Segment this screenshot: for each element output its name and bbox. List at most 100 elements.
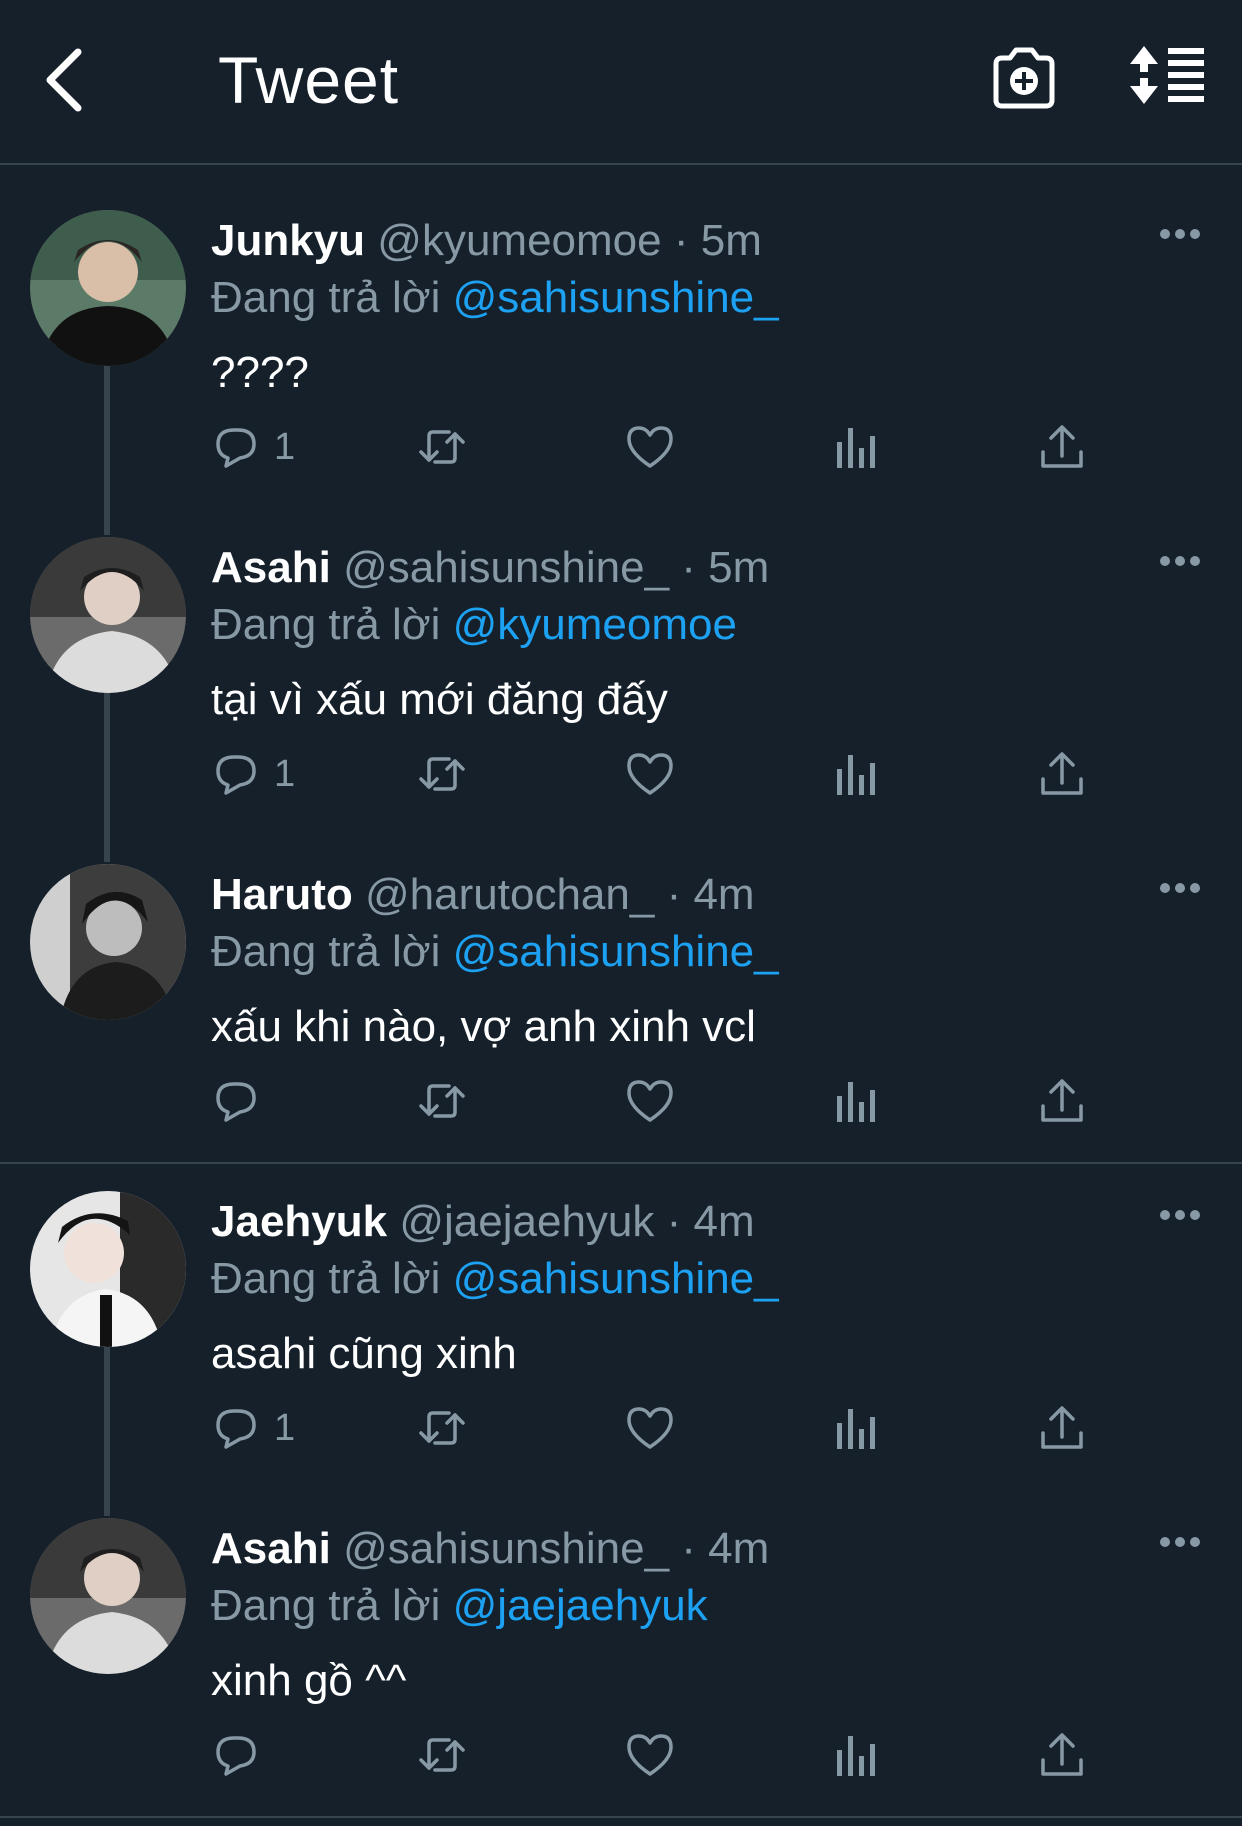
more-button[interactable] — [1158, 1535, 1202, 1549]
share-button[interactable] — [1037, 744, 1087, 804]
user-handle[interactable]: @sahisunshine_ — [343, 543, 669, 592]
tweet[interactable]: Asahi @sahisunshine_ · 4m Đang trả lời @… — [0, 1473, 1242, 1800]
more-dots-icon — [1160, 1210, 1200, 1220]
retweet-button[interactable] — [417, 1071, 467, 1131]
tweet[interactable]: Haruto @harutochan_ · 4m Đang trả lời @s… — [0, 819, 1242, 1146]
replying-to: Đang trả lời @sahisunshine_ — [211, 270, 779, 326]
replying-to: Đang trả lời @sahisunshine_ — [211, 924, 779, 980]
separator-dot: · — [666, 870, 682, 919]
like-button[interactable] — [625, 417, 675, 477]
reply-button[interactable]: 1 — [210, 417, 295, 477]
retweet-button[interactable] — [417, 744, 467, 804]
tweet[interactable]: Asahi @sahisunshine_ · 5m Đang trả lời @… — [0, 492, 1242, 819]
tweet-actions: 1 — [0, 744, 1242, 804]
reply-icon — [216, 428, 256, 468]
analytics-button[interactable] — [831, 1725, 881, 1785]
reply-button[interactable] — [210, 1725, 274, 1785]
user-handle[interactable]: @sahisunshine_ — [343, 1524, 669, 1573]
mention-link[interactable]: @kyumeomoe — [453, 600, 737, 649]
avatar[interactable] — [30, 864, 186, 1020]
timestamp[interactable]: 5m — [708, 543, 769, 592]
tweet-actions: 1 — [0, 1398, 1242, 1458]
avatar[interactable] — [30, 1191, 186, 1347]
separator-dot: · — [681, 1524, 696, 1573]
mention-link[interactable]: @sahisunshine_ — [453, 273, 779, 322]
share-button[interactable] — [1037, 1071, 1087, 1131]
share-icon — [1041, 1733, 1083, 1776]
user-handle[interactable]: @jaejaehyuk — [399, 1197, 654, 1246]
tweet-header: Haruto @harutochan_ · 4m — [211, 867, 755, 923]
retweet-icon — [419, 430, 465, 464]
more-dots-icon — [1160, 229, 1200, 239]
tweet-text: tại vì xấu mới đăng đấy — [211, 675, 668, 724]
analytics-button[interactable] — [831, 1071, 881, 1131]
display-name[interactable]: Jaehyuk — [211, 1197, 387, 1246]
share-button[interactable] — [1037, 1398, 1087, 1458]
like-button[interactable] — [625, 744, 675, 804]
analytics-button[interactable] — [831, 417, 881, 477]
analytics-icon — [837, 1082, 875, 1122]
retweet-button[interactable] — [417, 1398, 467, 1458]
more-dots-icon — [1160, 883, 1200, 893]
analytics-button[interactable] — [831, 1398, 881, 1458]
analytics-icon — [837, 428, 875, 468]
reply-icon — [216, 1082, 256, 1122]
more-button[interactable] — [1158, 227, 1202, 241]
retweet-icon — [419, 1738, 465, 1772]
replying-to-label: Đang trả lời — [211, 600, 441, 649]
display-name[interactable]: Junkyu — [211, 216, 365, 265]
tweet-text: xinh gồ ^^ — [211, 1656, 407, 1705]
tweet[interactable]: Junkyu @kyumeomoe · 5m Đang trả lời @sah… — [0, 165, 1242, 492]
more-button[interactable] — [1158, 881, 1202, 895]
replying-to-label: Đang trả lời — [211, 927, 441, 976]
reply-button[interactable] — [210, 1071, 274, 1131]
mention-link[interactable]: @jaejaehyuk — [453, 1581, 708, 1630]
analytics-icon — [837, 1736, 875, 1776]
share-button[interactable] — [1037, 417, 1087, 477]
user-handle[interactable]: @kyumeomoe — [377, 216, 661, 265]
user-handle[interactable]: @harutochan_ — [365, 870, 654, 919]
avatar[interactable] — [30, 1518, 186, 1674]
replying-to-label: Đang trả lời — [211, 273, 441, 322]
retweet-icon — [419, 1411, 465, 1445]
reply-button[interactable]: 1 — [210, 1398, 295, 1458]
more-button[interactable] — [1158, 554, 1202, 568]
like-button[interactable] — [625, 1725, 675, 1785]
reply-button[interactable]: 1 — [210, 744, 295, 804]
tweet-actions — [0, 1725, 1242, 1785]
share-icon — [1041, 1406, 1083, 1449]
mention-link[interactable]: @sahisunshine_ — [453, 1254, 779, 1303]
timestamp[interactable]: 4m — [694, 1197, 755, 1246]
avatar[interactable] — [30, 537, 186, 693]
separator-dot: · — [673, 216, 689, 265]
mention-link[interactable]: @sahisunshine_ — [453, 927, 779, 976]
more-dots-icon — [1160, 1537, 1200, 1547]
avatar[interactable] — [30, 210, 186, 366]
tweet-text: xấu khi nào, vợ anh xinh vcl — [211, 1002, 756, 1051]
timestamp[interactable]: 5m — [701, 216, 762, 265]
retweet-icon — [419, 1084, 465, 1118]
tweet[interactable]: Jaehyuk @jaejaehyuk · 4m Đang trả lời @s… — [0, 1146, 1242, 1473]
timestamp[interactable]: 4m — [693, 870, 754, 919]
replying-to-label: Đang trả lời — [211, 1254, 441, 1303]
analytics-button[interactable] — [831, 744, 881, 804]
retweet-button[interactable] — [417, 417, 467, 477]
timestamp[interactable]: 4m — [708, 1524, 769, 1573]
sort-icon — [1130, 46, 1204, 104]
back-button[interactable] — [38, 40, 98, 120]
display-name[interactable]: Asahi — [211, 543, 331, 592]
retweet-button[interactable] — [417, 1725, 467, 1785]
like-button[interactable] — [625, 1398, 675, 1458]
analytics-icon — [837, 1409, 875, 1449]
reply-icon — [216, 1409, 256, 1449]
like-icon — [627, 426, 673, 468]
tweet-text: asahi cũng xinh — [211, 1329, 517, 1378]
share-button[interactable] — [1037, 1725, 1087, 1785]
display-name[interactable]: Haruto — [211, 870, 353, 919]
like-button[interactable] — [625, 1071, 675, 1131]
camera-button[interactable] — [990, 44, 1058, 112]
sort-button[interactable] — [1128, 42, 1208, 110]
share-icon — [1041, 752, 1083, 795]
display-name[interactable]: Asahi — [211, 1524, 331, 1573]
more-button[interactable] — [1158, 1208, 1202, 1222]
